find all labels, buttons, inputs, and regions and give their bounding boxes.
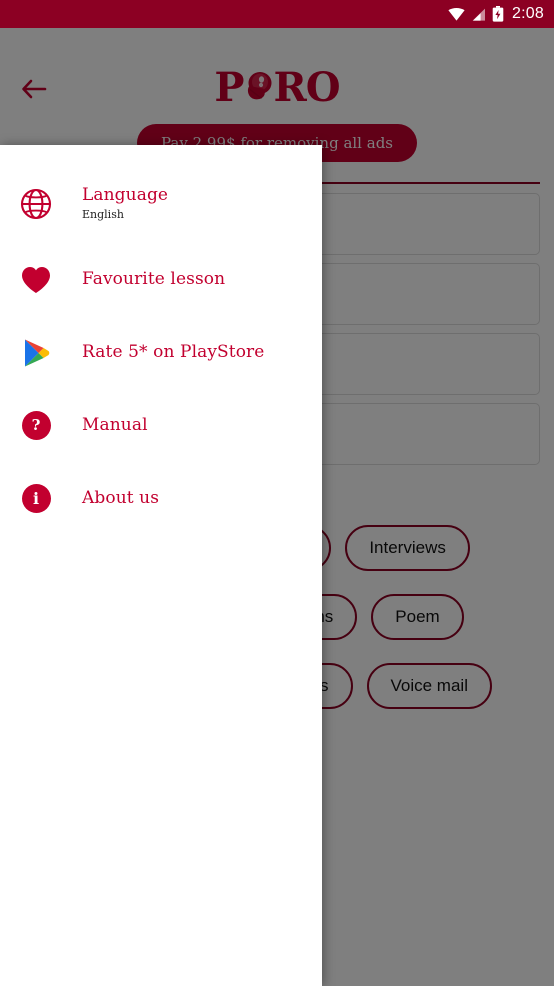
drawer-item-favourite-lesson[interactable]: Favourite lesson: [0, 249, 322, 310]
drawer-item-label: Manual: [82, 414, 148, 435]
app-screen: TE E CORNER laination Interviews r conve…: [0, 0, 554, 986]
status-bar: 2:08: [0, 0, 554, 28]
status-bar-clock: 2:08: [512, 5, 544, 22]
battery-charging-icon: [492, 6, 504, 22]
drawer-item-rate-playstore[interactable]: Rate 5* on PlayStore: [0, 322, 322, 383]
drawer-item-language[interactable]: Language English: [0, 173, 322, 234]
drawer-item-label: Favourite lesson: [82, 268, 226, 289]
heart-icon: [18, 262, 54, 298]
globe-icon: [18, 186, 54, 222]
drawer-item-about-us[interactable]: i About us: [0, 468, 322, 529]
drawer-item-label: Rate 5* on PlayStore: [82, 341, 265, 362]
question-mark-circle-icon: ?: [18, 408, 54, 444]
play-store-icon: [18, 335, 54, 371]
drawer-item-manual[interactable]: ? Manual: [0, 395, 322, 456]
wifi-icon: [448, 7, 465, 21]
drawer-item-label: Language: [82, 185, 169, 206]
drawer-item-sublabel: English: [82, 207, 124, 221]
cell-signal-icon: [472, 8, 486, 21]
drawer-item-label: About us: [82, 487, 160, 508]
navigation-drawer: Language English Favourite lesson Rate 5…: [0, 145, 322, 986]
info-circle-icon: i: [18, 481, 54, 517]
